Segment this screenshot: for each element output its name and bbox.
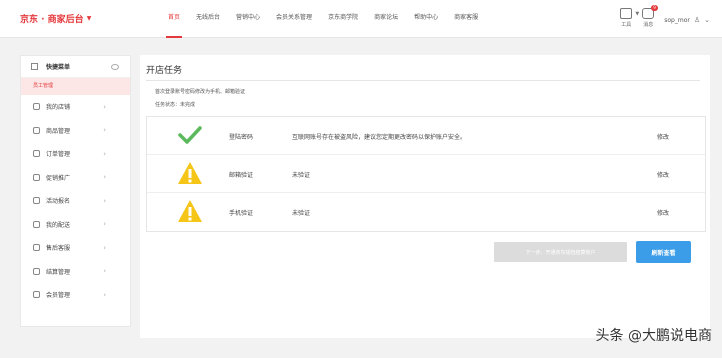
modify-link[interactable]: 修改	[657, 132, 669, 141]
chevron-right-icon: ›	[103, 243, 106, 252]
quick-menu-header[interactable]: 快捷菜单	[21, 56, 130, 78]
sidebar-item-label: 订单管理	[46, 151, 71, 159]
sidebar-item-events[interactable]: 活动报名 ›	[21, 189, 130, 213]
check-icon	[177, 123, 203, 147]
messages-button[interactable]: 9 消息	[642, 5, 658, 28]
task-name: 手机验证	[229, 210, 254, 217]
eye-icon[interactable]	[111, 64, 119, 70]
sidebar-item-label: 活动报名	[46, 198, 71, 206]
divider	[146, 80, 700, 81]
table-row: 邮箱验证 未验证 修改	[147, 155, 705, 193]
modify-link[interactable]: 修改	[657, 170, 669, 179]
sidebar-item-aftersales[interactable]: 售后客服 ›	[21, 236, 130, 260]
user-menu[interactable]: sop_mor ♙ ⌄	[664, 16, 710, 24]
tools-label: 工具	[621, 22, 632, 28]
main-nav: 首页 无线后台 营销中心 会员关系管理 京东商学院 商家论坛 帮助中心 商家客服	[160, 13, 486, 38]
settlement-icon	[33, 267, 40, 275]
sidebar-item-orders[interactable]: 订单管理 ›	[21, 142, 130, 166]
sidebar-subitem-staff[interactable]: 员工管理	[21, 78, 130, 95]
nav-item-service[interactable]: 商家客服	[446, 13, 486, 27]
task-name: 登陆密码	[229, 134, 254, 141]
refresh-button[interactable]: 刷新查看	[636, 241, 691, 263]
sidebar-item-label: 促销推广	[46, 174, 71, 182]
promotion-icon	[33, 173, 40, 181]
sidebar-item-label: 结算管理	[46, 268, 71, 276]
nav-item-academy[interactable]: 京东商学院	[320, 13, 366, 27]
toolbox-icon	[620, 8, 633, 19]
chevron-right-icon: ›	[103, 173, 106, 182]
chevron-right-icon: ›	[103, 290, 106, 299]
warning-icon	[177, 161, 203, 185]
logo[interactable]: 京东 · 商家后台 ▼	[20, 12, 91, 25]
service-icon	[33, 244, 40, 252]
task-status: 任务状态：未完成	[155, 102, 196, 108]
nav-item-home[interactable]: 首页	[160, 13, 188, 38]
message-badge: 9	[651, 5, 658, 11]
chevron-down-icon: ▼	[86, 15, 92, 22]
sidebar: 快捷菜单 员工管理 我的店铺 › 商品管理 › 订单管理 › 促销推广 › 活动…	[20, 55, 131, 327]
main-panel: 开店任务 首次登录账号密码修改为手机、邮箱验证 任务状态：未完成 登陆密码 互联…	[140, 55, 710, 338]
nav-item-wireless[interactable]: 无线后台	[188, 13, 228, 27]
table-row: 登陆密码 互联网账号存在被盗风险，建议您定期更改密码以保护账户安全。 修改	[147, 117, 705, 155]
task-table: 登陆密码 互联网账号存在被盗风险，建议您定期更改密码以保护账户安全。 修改 邮箱…	[146, 116, 706, 232]
chevron-right-icon: ›	[103, 220, 106, 229]
event-icon	[33, 197, 40, 205]
sidebar-item-products[interactable]: 商品管理 ›	[21, 119, 130, 143]
sidebar-item-label: 我的店铺	[46, 104, 71, 112]
top-nav-bar: 京东 · 商家后台 ▼ 首页 无线后台 营销中心 会员关系管理 京东商学院 商家…	[0, 0, 722, 38]
nav-item-crm[interactable]: 会员关系管理	[268, 13, 320, 27]
task-status-text: 未验证	[292, 210, 311, 217]
nav-item-help[interactable]: 帮助中心	[406, 13, 446, 27]
sidebar-item-members[interactable]: 会员管理 ›	[21, 283, 130, 307]
chevron-right-icon: ›	[103, 126, 106, 135]
tools-button[interactable]: ▼ 工具	[620, 8, 639, 28]
logo-text: 京东 · 商家后台	[20, 15, 84, 25]
sidebar-item-label: 商品管理	[46, 127, 71, 135]
warning-icon	[177, 199, 203, 223]
task-name: 邮箱验证	[229, 172, 254, 179]
sidebar-item-label: 售后客服	[46, 245, 71, 253]
sidebar-item-delivery[interactable]: 我的配送 ›	[21, 213, 130, 237]
delivery-icon	[33, 220, 40, 228]
chevron-right-icon: ›	[103, 196, 106, 205]
task-status-text: 未验证	[292, 172, 311, 179]
chevron-down-icon: ⌄	[704, 16, 710, 24]
grid-icon	[31, 63, 38, 70]
modify-link[interactable]: 修改	[657, 208, 669, 217]
table-row: 手机验证 未验证 修改	[147, 193, 705, 231]
nav-item-forum[interactable]: 商家论坛	[366, 13, 406, 27]
chevron-right-icon: ›	[103, 149, 106, 158]
sidebar-item-settlement[interactable]: 结算管理 ›	[21, 260, 130, 284]
chevron-right-icon: ›	[103, 102, 106, 111]
sidebar-item-label: 我的配送	[46, 221, 71, 229]
sidebar-item-label: 会员管理	[46, 292, 71, 300]
task-status-text: 互联网账号存在被盗风险，建议您定期更改密码以保护账户安全。	[292, 134, 467, 141]
chevron-right-icon: ›	[103, 267, 106, 276]
task-description: 首次登录账号密码修改为手机、邮箱验证	[155, 89, 246, 95]
order-icon	[33, 150, 40, 158]
user-icon: ♙	[693, 16, 701, 24]
page-title: 开店任务	[146, 66, 183, 76]
next-step-button[interactable]: 下一步，开通京东钱包结算账户	[494, 242, 627, 262]
sidebar-item-store[interactable]: 我的店铺 ›	[21, 95, 130, 119]
quick-menu-label: 快捷菜单	[46, 64, 71, 71]
nav-item-marketing[interactable]: 营销中心	[228, 13, 268, 27]
messages-label: 消息	[643, 22, 654, 28]
member-icon	[33, 291, 40, 299]
username: sop_mor	[664, 16, 690, 24]
sidebar-item-promotion[interactable]: 促销推广 ›	[21, 166, 130, 190]
top-right-tools: ▼ 工具 9 消息 sop_mor ♙ ⌄	[620, 5, 710, 28]
product-icon	[33, 126, 40, 134]
chevron-down-icon: ▼	[635, 11, 640, 17]
store-icon	[33, 103, 40, 111]
watermark: 头条 @大鹏说电商	[595, 328, 712, 344]
